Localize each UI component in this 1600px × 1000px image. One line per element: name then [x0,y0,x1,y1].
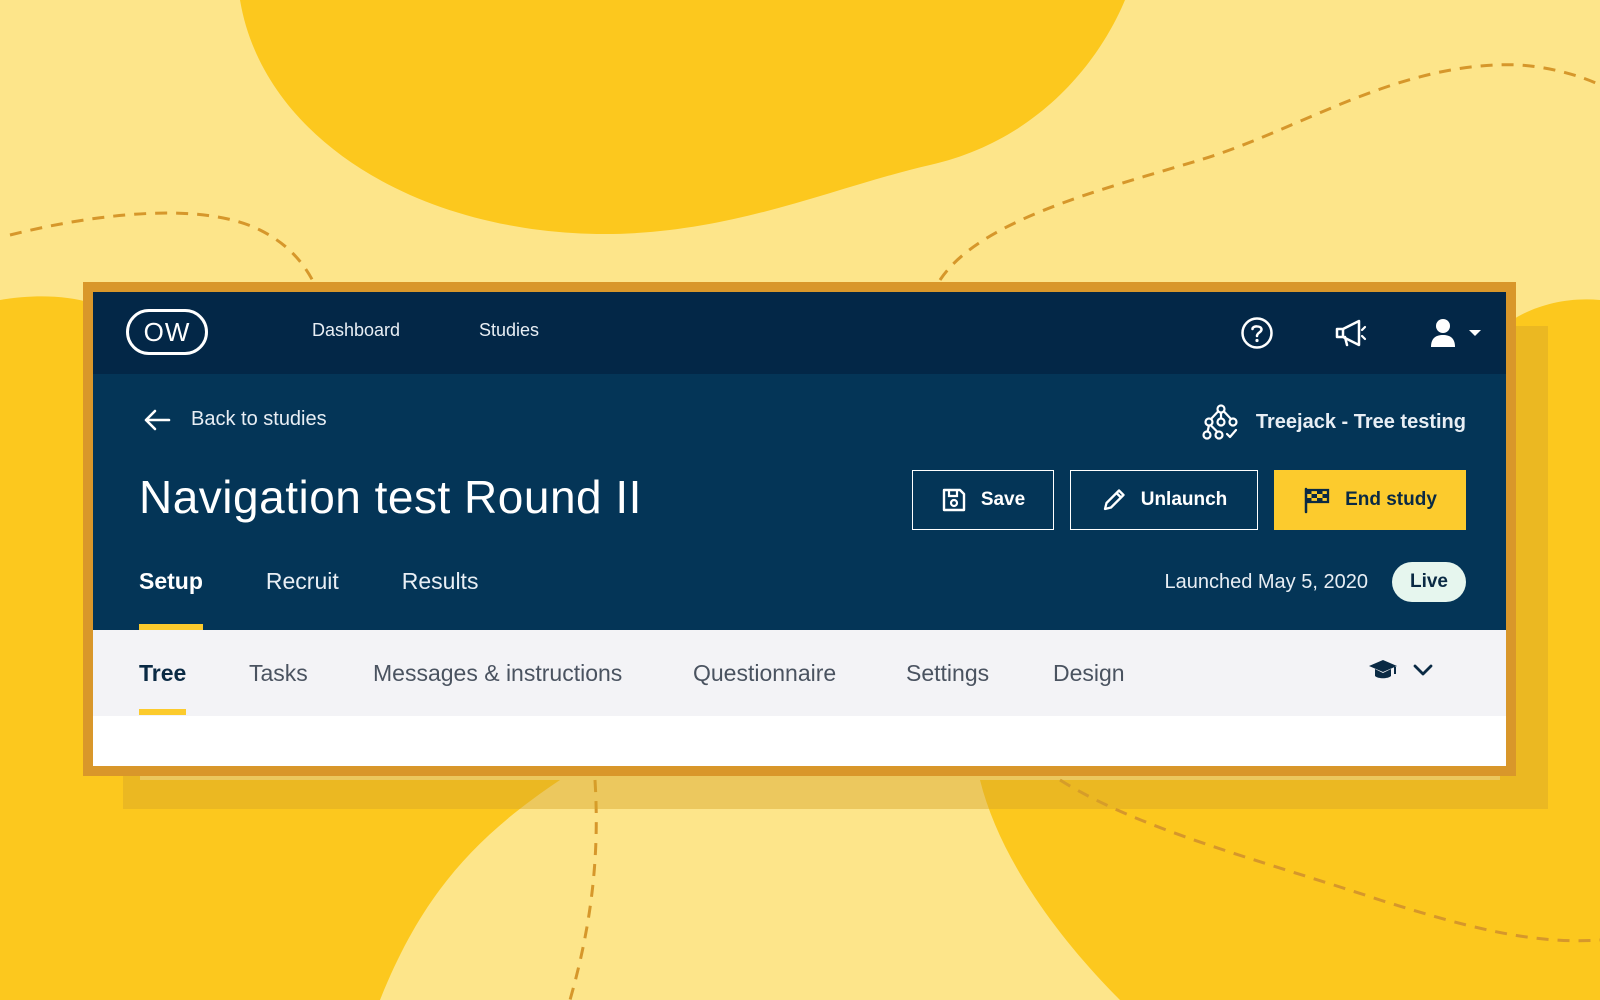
save-icon [942,488,966,512]
end-study-button[interactable]: End study [1274,470,1466,530]
page-title: Navigation test Round II [139,471,642,523]
pencil-icon [1103,489,1125,511]
tab-setup[interactable]: Setup [139,568,203,630]
tree-structure-icon [1202,404,1238,440]
app-window: OW Dashboard Studies Back to studies Tre… [93,292,1506,766]
logo[interactable]: OW [126,309,208,355]
primary-tabs: Setup Recruit Results [139,568,541,630]
nav-link-studies[interactable]: Studies [479,320,539,341]
launched-date: Launched May 5, 2020 [1164,570,1368,593]
megaphone-icon[interactable] [1334,318,1368,348]
study-header: Back to studies Treejack - Tree testing … [93,374,1506,630]
arrow-left-icon [144,409,171,430]
caret-down-icon[interactable] [1468,328,1482,338]
tab-recruit[interactable]: Recruit [266,568,339,630]
back-to-studies-link[interactable]: Back to studies [143,408,327,431]
status-badge: Live [1391,562,1466,602]
unlaunch-button[interactable]: Unlaunch [1070,470,1258,530]
save-button[interactable]: Save [912,470,1054,530]
tab-tree[interactable]: Tree [139,660,187,715]
top-navigation: OW Dashboard Studies [93,292,1506,374]
learn-menu-toggle[interactable] [1368,658,1434,682]
launch-info: Launched May 5, 2020 Live [1164,562,1466,602]
checkered-flag-icon [1304,487,1330,514]
tab-design[interactable]: Design [1053,660,1125,687]
tab-results[interactable]: Results [402,568,479,630]
header-actions: Save Unlaunch End study [912,470,1466,530]
save-label: Save [980,489,1026,510]
unlaunch-label: Unlaunch [1140,489,1228,510]
nav-link-dashboard[interactable]: Dashboard [312,320,400,341]
graduation-cap-icon [1369,660,1397,679]
nav-icons [1240,292,1482,374]
tab-messages-instructions[interactable]: Messages & instructions [373,660,622,687]
secondary-tabs: Tree Tasks Messages & instructions Quest… [93,630,1506,716]
tab-tasks[interactable]: Tasks [249,660,308,687]
tab-settings[interactable]: Settings [906,660,989,687]
window-frame: OW Dashboard Studies Back to studies Tre… [83,282,1516,776]
study-type: Treejack - Tree testing [1202,404,1466,440]
tab-questionnaire[interactable]: Questionnaire [693,660,836,687]
user-icon[interactable] [1430,318,1456,348]
end-study-label: End study [1345,489,1437,510]
study-type-label: Treejack - Tree testing [1255,410,1466,433]
help-icon[interactable] [1240,316,1274,350]
back-label: Back to studies [191,408,327,430]
chevron-down-icon [1413,664,1433,676]
